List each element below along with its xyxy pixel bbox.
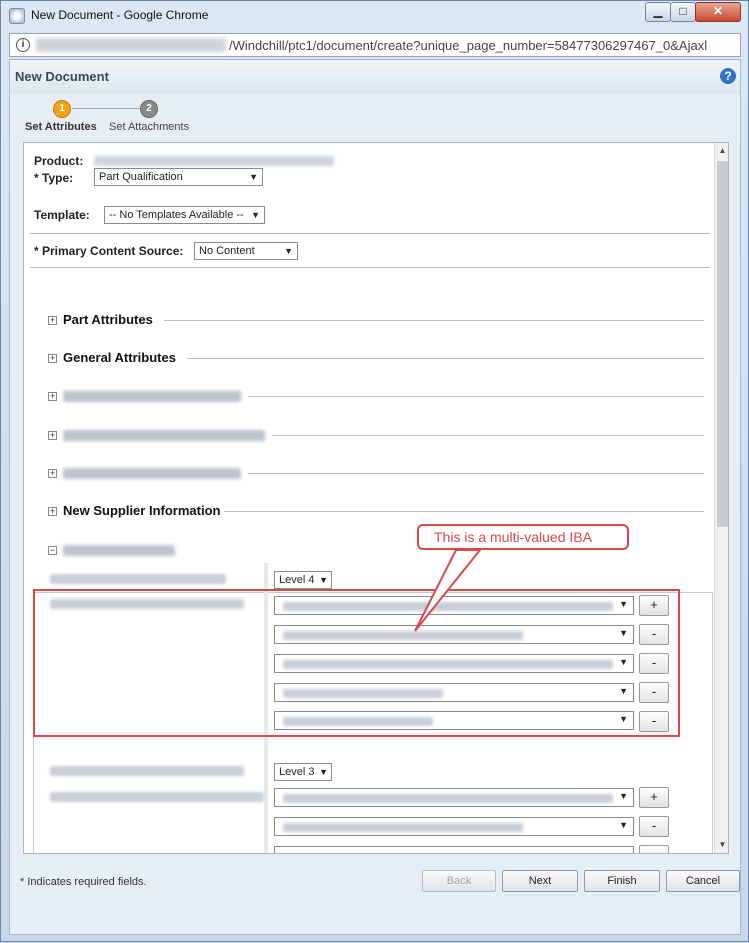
chevron-down-icon: ▼ bbox=[284, 246, 293, 256]
section-rule bbox=[248, 396, 704, 397]
type-label: * Type: bbox=[34, 171, 74, 185]
url-host-redacted bbox=[36, 38, 226, 52]
section-title-redacted bbox=[63, 391, 241, 402]
maximize-button[interactable]: □ bbox=[670, 2, 696, 22]
expand-icon[interactable]: + bbox=[48, 507, 57, 516]
scroll-thumb[interactable] bbox=[717, 161, 728, 527]
type-select[interactable]: Part Qualification ▼ bbox=[94, 168, 263, 186]
section-new-supplier-information[interactable]: + New Supplier Information bbox=[48, 503, 708, 523]
production-ppap-elements-label-redacted bbox=[50, 792, 264, 802]
section-rule bbox=[224, 511, 704, 512]
section-redacted-3[interactable]: + bbox=[48, 465, 708, 485]
chevron-down-icon: ▼ bbox=[619, 791, 628, 801]
section-redacted-1[interactable]: + bbox=[48, 388, 708, 408]
option-text-redacted bbox=[283, 823, 523, 832]
template-label: Template: bbox=[34, 208, 90, 222]
form-scrollbar[interactable]: ▲ ▼ bbox=[714, 143, 728, 853]
section-rule bbox=[272, 435, 704, 436]
finish-button[interactable]: Finish bbox=[584, 870, 660, 892]
section-part-attributes[interactable]: + Part Attributes bbox=[48, 312, 708, 332]
add-value-button[interactable]: + bbox=[639, 787, 669, 808]
section-title-redacted bbox=[63, 545, 175, 556]
chevron-down-icon: ▼ bbox=[619, 820, 628, 830]
remove-value-button[interactable] bbox=[639, 845, 669, 853]
sample-ppap-level-label-redacted bbox=[50, 574, 226, 584]
expand-icon[interactable]: + bbox=[48, 392, 57, 401]
step-connector bbox=[72, 108, 140, 109]
template-select-value: -- No Templates Available -- bbox=[109, 209, 244, 221]
section-title[interactable]: General Attributes bbox=[63, 350, 176, 365]
back-button[interactable]: Back bbox=[422, 870, 496, 892]
production-ppap-level-label-redacted bbox=[50, 766, 244, 776]
expand-icon[interactable]: + bbox=[48, 431, 57, 440]
primary-content-value: No Content bbox=[199, 245, 255, 257]
section-rule bbox=[248, 473, 704, 474]
scroll-up-icon[interactable]: ▲ bbox=[715, 143, 728, 159]
section-title[interactable]: New Supplier Information bbox=[63, 503, 220, 518]
remove-value-button[interactable]: - bbox=[639, 816, 669, 837]
production-ppap-level-select[interactable]: Level 3 ▼ bbox=[274, 763, 332, 781]
type-select-value: Part Qualification bbox=[99, 171, 183, 183]
chevron-down-icon: ▼ bbox=[251, 210, 260, 220]
section-title-redacted bbox=[63, 468, 241, 479]
collapse-icon[interactable]: − bbox=[48, 546, 57, 555]
chevron-down-icon: ▼ bbox=[319, 575, 328, 585]
production-element-select-2[interactable]: ▼ bbox=[274, 817, 634, 836]
wizard-steps: 1 2 Set Attributes Set Attachments bbox=[10, 98, 310, 138]
info-icon[interactable]: i bbox=[16, 38, 30, 52]
production-level-value: Level 3 bbox=[279, 766, 315, 778]
expand-icon[interactable]: + bbox=[48, 316, 57, 325]
product-label: Product: bbox=[34, 154, 84, 168]
step-2-label[interactable]: Set Attachments bbox=[109, 121, 189, 133]
step-1-icon[interactable]: 1 bbox=[53, 100, 71, 118]
url-path[interactable]: /Windchill/ptc1/document/create?unique_p… bbox=[229, 38, 739, 53]
close-button[interactable]: ✕ bbox=[695, 2, 741, 22]
cancel-button[interactable]: Cancel bbox=[666, 870, 740, 892]
primary-content-select[interactable]: No Content ▼ bbox=[194, 242, 298, 260]
section-title[interactable]: Part Attributes bbox=[63, 312, 153, 327]
title-bar: New Document - Google Chrome ▁ □ ✕ bbox=[1, 1, 748, 31]
expand-icon[interactable]: + bbox=[48, 469, 57, 478]
product-value-redacted bbox=[94, 156, 334, 166]
step-2-icon[interactable]: 2 bbox=[140, 100, 158, 118]
sample-level-value: Level 4 bbox=[279, 574, 315, 586]
browser-window: New Document - Google Chrome ▁ □ ✕ i /Wi… bbox=[0, 0, 749, 942]
section-general-attributes[interactable]: + General Attributes bbox=[48, 350, 708, 370]
primary-content-label: * Primary Content Source: bbox=[34, 244, 184, 258]
chevron-down-icon: ▼ bbox=[249, 172, 258, 182]
chevron-down-icon: ▼ bbox=[319, 767, 328, 777]
address-bar[interactable]: i /Windchill/ptc1/document/create?unique… bbox=[9, 33, 741, 57]
page-content: New Document ? 1 2 Set Attributes Set At… bbox=[9, 59, 741, 935]
window-title: New Document - Google Chrome bbox=[31, 8, 209, 22]
section-redacted-2[interactable]: + bbox=[48, 427, 708, 447]
sample-ppap-level-select[interactable]: Level 4 ▼ bbox=[274, 571, 332, 589]
help-icon[interactable]: ? bbox=[720, 68, 736, 84]
minimize-button[interactable]: ▁ bbox=[645, 2, 671, 22]
template-select[interactable]: -- No Templates Available -- ▼ bbox=[104, 206, 265, 224]
next-button[interactable]: Next bbox=[502, 870, 578, 892]
section-rule bbox=[187, 358, 704, 359]
production-element-select-3[interactable] bbox=[274, 846, 634, 853]
page-header: New Document ? bbox=[10, 60, 740, 94]
option-text-redacted bbox=[283, 794, 613, 803]
production-element-select-1[interactable]: ▼ bbox=[274, 788, 634, 807]
chrome-app-icon bbox=[9, 8, 25, 24]
required-fields-note: * Indicates required fields. bbox=[20, 876, 147, 888]
step-1-label[interactable]: Set Attributes bbox=[25, 121, 97, 133]
divider bbox=[30, 233, 710, 234]
annotation-callout: This is a multi-valued IBA bbox=[417, 524, 629, 550]
expand-icon[interactable]: + bbox=[48, 354, 57, 363]
divider bbox=[30, 267, 710, 268]
attributes-form: Product: * Type: Part Qualification ▼ Te… bbox=[23, 142, 729, 854]
multi-value-highlight-box bbox=[33, 589, 680, 737]
section-title-redacted bbox=[63, 430, 265, 441]
section-rule bbox=[164, 320, 704, 321]
page-title: New Document bbox=[15, 69, 109, 84]
scroll-down-icon[interactable]: ▼ bbox=[715, 837, 728, 853]
